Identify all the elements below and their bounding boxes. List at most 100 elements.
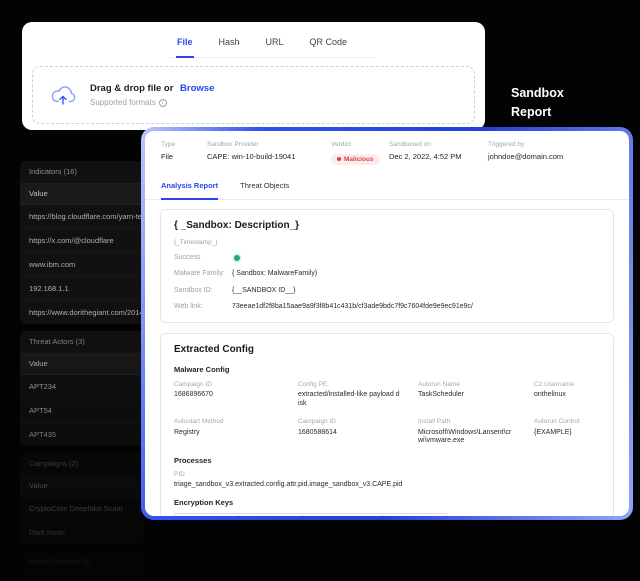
config-field-label: Autostart Method: [174, 418, 290, 426]
threat-actor-row[interactable]: APT435: [20, 423, 144, 446]
config-field-label: Autorun Control: [534, 418, 600, 426]
config-field-label: C2 Username: [534, 381, 600, 389]
pid-value: triage_sandbox_v3.extracted.config.attr.…: [174, 481, 600, 488]
extracted-config-title: Extracted Config: [174, 344, 600, 355]
config-field-value: onthelinux: [534, 391, 600, 400]
browse-link[interactable]: Browse: [180, 83, 214, 94]
indicators-section: Indicators (16) Value https://blog.cloud…: [20, 161, 144, 324]
sandbox-vm-column-header: Sandbox : VM: [383, 514, 447, 516]
info-icon[interactable]: i: [159, 99, 167, 107]
indicator-row[interactable]: https://x.com/@cloudflare: [20, 229, 144, 253]
config-field-value: extracted/installed-like payload disk: [298, 391, 410, 409]
cloud-upload-icon: [50, 84, 76, 107]
indicator-row[interactable]: https://blog.cloudflare.com/yarn-test-: [20, 205, 144, 229]
threat-actor-row[interactable]: APT234: [20, 375, 144, 399]
meta-sandbox-provider: Sandbox Provider CAPE: win-10-build-1904…: [207, 141, 331, 166]
description-row-success: Success: [174, 254, 600, 262]
config-field-value: {EXAMPLE}: [534, 429, 600, 438]
config-field: Campaign ID 1680588614: [298, 418, 410, 446]
dropzone-text: Drag & drop file or Browse Supported for…: [90, 83, 214, 107]
indicator-row[interactable]: https://www.dorithegiant.com/2014/05/w: [20, 301, 144, 324]
sandbox-report-card: Type File Sandbox Provider CAPE: win-10-…: [145, 131, 629, 516]
verdict-dot-icon: [337, 157, 341, 161]
meta-triggered-by: Triggered by johndoe@domain.com: [488, 141, 613, 166]
config-field-label: Autorun Name: [418, 381, 526, 389]
campaigns-column-header: Value: [20, 476, 144, 497]
config-field: Config PE extracted/installed-like paylo…: [298, 381, 410, 409]
tab-file[interactable]: File: [176, 30, 194, 58]
indicators-header: Indicators (16): [20, 161, 144, 184]
sandbox-id-label: Sandbox ID:: [174, 287, 232, 295]
config-field: Autorun Control {EXAMPLE}: [534, 418, 600, 446]
meta-verdict: Verdict Malicious: [331, 141, 389, 166]
config-field-label: Config PE: [298, 381, 410, 389]
tab-qr-code[interactable]: QR Code: [309, 30, 349, 57]
page-background: File Hash URL QR Code Drag & drop file o…: [0, 0, 640, 535]
description-title: { _Sandbox: Description_}: [174, 220, 600, 231]
type-column-header: Type: [239, 514, 303, 516]
config-field-value: TaskScheduler: [418, 391, 526, 400]
processes-title: Processes: [174, 456, 600, 465]
meta-triggered-by-label: Triggered by: [488, 141, 605, 148]
meta-verdict-label: Verdict: [331, 141, 381, 148]
config-field-value: 1680588614: [298, 429, 410, 438]
indicator-row[interactable]: www.ibm.com: [20, 253, 144, 277]
meta-type-label: Type: [161, 141, 199, 148]
file-dropzone[interactable]: Drag & drop file or Browse Supported for…: [32, 66, 475, 124]
tab-url[interactable]: URL: [265, 30, 285, 57]
malware-family-label: Malware Family:: [174, 270, 232, 278]
sandbox-report-title-line2: Report: [511, 103, 564, 122]
description-row-sandbox-id: Sandbox ID: {__SANDBOX ID__}: [174, 287, 600, 295]
campaign-row[interactable]: Dark Noon: [20, 521, 144, 544]
attack-patterns-header: Attack Patterns (2): [20, 551, 144, 574]
tab-analysis-report[interactable]: Analysis Report: [161, 174, 218, 200]
description-box: { _Sandbox: Description_} {_Timestamp_} …: [160, 209, 614, 323]
description-row-malware-family: Malware Family: { Sandbox: MalwareFamily…: [174, 270, 600, 278]
indicator-row[interactable]: 192.168.1.1: [20, 277, 144, 301]
campaigns-section: Campaigns (2) Value CryptoCore Deepfake …: [20, 453, 144, 544]
config-field: C2 Username onthelinux: [534, 381, 600, 409]
encryption-keys-table: Key Type Value Sandbox : VM aes_key aes.…: [174, 513, 447, 516]
drop-label: Drag & drop file or: [90, 83, 173, 94]
meta-sandboxed-on-label: Sandboxed on: [389, 141, 480, 148]
encryption-keys-header-row: Key Type Value Sandbox : VM: [175, 514, 447, 516]
tab-threat-objects[interactable]: Threat Objects: [240, 174, 289, 199]
campaign-row[interactable]: CryptoCore Deepfake Scam: [20, 497, 144, 521]
meta-type-value: File: [161, 152, 199, 161]
value-column-header: Value: [303, 514, 383, 516]
meta-provider-label: Sandbox Provider: [207, 141, 323, 148]
tab-hash[interactable]: Hash: [218, 30, 241, 57]
config-field: Install Path Microsoft\Windows\Lansent\c…: [418, 418, 526, 446]
config-field-label: Campaign ID: [174, 381, 290, 389]
extracted-config-box: Extracted Config Malware Config Campaign…: [160, 333, 614, 516]
description-timestamp: {_Timestamp_}: [174, 239, 600, 246]
report-gradient-border: Type File Sandbox Provider CAPE: win-10-…: [141, 127, 633, 520]
meta-type: Type File: [161, 141, 207, 166]
web-link-value[interactable]: 73eeae1df2f8ba15aae9a9f3f8b41c431b/cf3ad…: [232, 303, 473, 311]
config-field-label: Install Path: [418, 418, 526, 426]
threat-actors-column-header: Value: [20, 354, 144, 375]
config-field: Autorun Name TaskScheduler: [418, 381, 526, 409]
verdict-badge-text: Malicious: [344, 156, 374, 163]
upload-tabs: File Hash URL QR Code: [170, 30, 376, 58]
meta-sandboxed-on: Sandboxed on Dec 2, 2022, 4:52 PM: [389, 141, 488, 166]
success-label: Success: [174, 254, 232, 262]
threat-actors-section: Threat Actors (3) Value APT234 APT54 APT…: [20, 331, 144, 446]
config-field-value: Microsoft\Windows\Lansent\crwi\vmware.ex…: [418, 429, 526, 447]
supported-formats-label: Supported formats: [90, 98, 156, 107]
description-row-web-link: Web link: 73eeae1df2f8ba15aae9a9f3f8b41c…: [174, 303, 600, 311]
attack-patterns-section: Attack Patterns (2): [20, 551, 144, 574]
pid-label: PID: [174, 471, 600, 478]
meta-provider-value: CAPE: win-10-build-19041: [207, 152, 323, 161]
sandbox-id-value: {__SANDBOX ID__}: [232, 287, 295, 295]
success-status-icon: [234, 255, 240, 261]
report-content: { _Sandbox: Description_} {_Timestamp_} …: [145, 200, 629, 516]
verdict-badge: Malicious: [331, 154, 380, 165]
config-field: Campaign ID 1686896670: [174, 381, 290, 409]
malware-family-value: { Sandbox: MalwareFamily}: [232, 270, 317, 278]
report-meta-row: Type File Sandbox Provider CAPE: win-10-…: [145, 131, 629, 174]
web-link-label: Web link:: [174, 303, 232, 311]
threat-actor-row[interactable]: APT54: [20, 399, 144, 423]
encryption-keys-title: Encryption Keys: [174, 498, 600, 507]
threat-actors-header: Threat Actors (3): [20, 331, 144, 354]
